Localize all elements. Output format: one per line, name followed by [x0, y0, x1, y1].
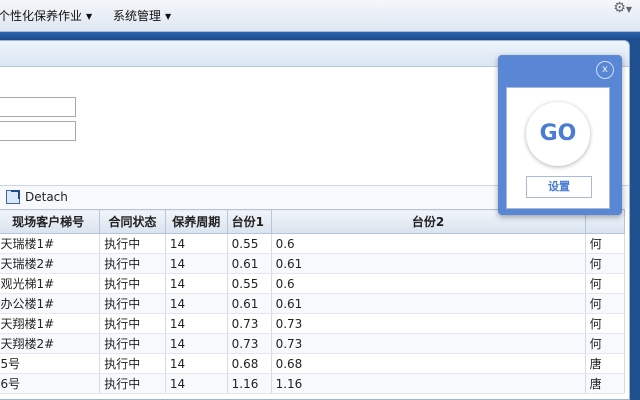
table-cell: 执行中 — [99, 273, 166, 294]
table-cell: 0.68 — [271, 353, 586, 374]
table-cell: 0.73 — [227, 333, 272, 354]
table-cell: 何 — [585, 333, 626, 354]
table-cell: 何 — [585, 293, 626, 314]
table-cell: 14 — [165, 273, 228, 294]
column-header[interactable]: 合同状态 — [99, 209, 166, 234]
table-cell: 唐 — [585, 373, 626, 394]
chevron-down-icon: ▼ — [165, 12, 172, 21]
table-cell: 执行中 — [99, 373, 166, 394]
table-cell: 14 — [165, 313, 228, 334]
table-cell: 执行中 — [99, 313, 166, 334]
table-cell: 1.16 — [271, 373, 586, 394]
table-row[interactable]: 天翔楼2# 执行中 14 0.73 0.73 何 — [0, 333, 626, 354]
table-cell: 何 — [585, 233, 626, 254]
gear-icon[interactable]: ⚙▼ — [613, 0, 632, 16]
table-row[interactable]: 天翔楼1# 执行中 14 0.73 0.73 何 — [0, 313, 626, 334]
table-cell: 执行中 — [99, 333, 166, 354]
menu-label: 系统管理 — [113, 9, 162, 23]
menu-personalized-maintenance[interactable]: 个性化保养作业 ▼ — [0, 7, 92, 24]
table-cell: 唐 — [585, 353, 626, 374]
table-cell: 天瑞楼2# — [0, 253, 101, 274]
close-icon[interactable]: x — [596, 61, 614, 79]
table-cell: 0.73 — [227, 313, 272, 334]
table-cell: 0.68 — [227, 353, 272, 374]
table-cell: 0.55 — [227, 233, 272, 254]
table-cell: 执行中 — [99, 353, 166, 374]
table-row[interactable]: 天瑞楼2# 执行中 14 0.61 0.61 何 — [0, 253, 626, 274]
table-row[interactable]: 观光梯1# 执行中 14 0.55 0.6 何 — [0, 273, 626, 294]
table-cell: 天瑞楼1# — [0, 233, 101, 254]
table-row[interactable]: 6号 执行中 14 1.16 1.16 唐 — [0, 373, 626, 394]
go-widget: x GO 设置 — [498, 55, 622, 215]
table-cell: 执行中 — [99, 233, 166, 254]
table-cell: 0.73 — [271, 313, 586, 334]
go-button[interactable]: GO — [526, 102, 590, 166]
table-cell: 14 — [165, 233, 228, 254]
table-cell: 何 — [585, 273, 626, 294]
menu-label: 个性化保养作业 — [0, 9, 83, 23]
table-row[interactable]: 办公楼1# 执行中 14 0.61 0.61 何 — [0, 293, 626, 314]
column-header[interactable]: 台份1 — [226, 209, 272, 234]
table-cell: 执行中 — [99, 293, 166, 314]
detach-icon — [6, 190, 20, 204]
table-cell: 执行中 — [99, 253, 166, 274]
table-cell: 14 — [165, 333, 228, 354]
table-cell: 何 — [585, 313, 626, 334]
table-cell: 0.61 — [227, 293, 272, 314]
table-cell: 0.61 — [271, 253, 586, 274]
table-cell: 观光梯1# — [0, 273, 101, 294]
detach-button[interactable]: Detach — [6, 190, 68, 204]
table-cell: 14 — [165, 293, 228, 314]
table-cell: 办公楼1# — [0, 293, 101, 314]
table-cell: 0.55 — [227, 273, 272, 294]
filter-input-1[interactable] — [0, 97, 76, 117]
table-row[interactable]: 5号 执行中 14 0.68 0.68 唐 — [0, 353, 626, 374]
detach-label: Detach — [25, 190, 68, 204]
table-cell: 1.16 — [227, 373, 272, 394]
table-row[interactable]: 天瑞楼1# 执行中 14 0.55 0.6 何 — [0, 233, 626, 254]
table-cell: 6号 — [0, 373, 101, 394]
table-cell: 0.6 — [271, 273, 586, 294]
table-cell: 0.61 — [227, 253, 272, 274]
table-cell: 天翔楼1# — [0, 313, 101, 334]
table-cell: 14 — [165, 253, 228, 274]
column-header[interactable]: 现场客户梯号 — [0, 209, 101, 234]
settings-button[interactable]: 设置 — [526, 176, 592, 198]
table-cell: 0.61 — [271, 293, 586, 314]
table-cell: 天翔楼2# — [0, 333, 101, 354]
table-cell: 14 — [165, 373, 228, 394]
widget-body: GO 设置 — [506, 87, 610, 209]
table-cell: 14 — [165, 353, 228, 374]
table-cell: 0.73 — [271, 333, 586, 354]
header-strip — [0, 32, 640, 40]
table-cell: 何 — [585, 253, 626, 274]
table-cell: 5号 — [0, 353, 101, 374]
filter-input-2[interactable] — [0, 121, 76, 141]
chevron-down-icon: ▼ — [86, 12, 93, 21]
top-menu-bar: 个性化保养作业 ▼ 系统管理 ▼ ⚙▼ — [0, 0, 640, 32]
menu-system-management[interactable]: 系统管理 ▼ — [113, 7, 171, 24]
column-header[interactable]: 保养周期 — [164, 209, 228, 234]
data-table: 现场客户梯号 合同状态 保养周期 台份1 台份2 天瑞楼1# 执行中 14 0.55 0… — [0, 209, 626, 394]
table-cell: 0.6 — [271, 233, 586, 254]
